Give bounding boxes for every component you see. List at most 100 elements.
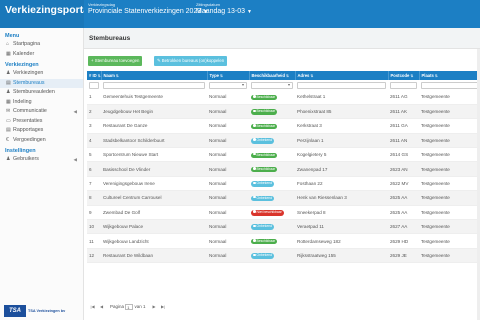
sort-icon: ⇅ bbox=[434, 74, 438, 78]
cell-type: Normaal bbox=[207, 190, 249, 206]
status-dot-icon bbox=[253, 181, 256, 185]
cell-plaats: Testgemeente bbox=[419, 176, 480, 192]
sidebar-item-presentaties[interactable]: ▭ Presentaties bbox=[0, 117, 83, 127]
cell-postcode: 2611 GA bbox=[388, 118, 419, 134]
cell-type: Normaal bbox=[207, 205, 249, 221]
sort-icon: ⇅ bbox=[410, 74, 414, 78]
cell-adres: Phoenixstraat 85 bbox=[295, 104, 388, 120]
table-row[interactable]: 5 Sportcentrum Nieuwe Start Normaal Beschik… bbox=[87, 147, 480, 163]
first-page-icon[interactable]: |◀ bbox=[89, 303, 96, 310]
sidebar-item-gebruikers[interactable]: ♟ Gebruikers ◀ bbox=[0, 155, 83, 165]
column-filter-input[interactable] bbox=[421, 81, 478, 89]
cell-id: 11 bbox=[87, 233, 101, 249]
cell-type: Normaal bbox=[207, 248, 249, 264]
cell-id: 7 bbox=[87, 176, 101, 192]
cell-plaats: Testgemeente bbox=[419, 118, 480, 134]
stembureaus-card: + Stembureau toevoegen ✎ Betrokken burea… bbox=[84, 48, 480, 320]
sidebar-item-label: Presentaties bbox=[13, 117, 43, 124]
sidebar-item-kalender[interactable]: ▦ Kalender bbox=[0, 50, 83, 60]
column-header[interactable]: Postcode⇅ bbox=[388, 71, 420, 80]
page-number-input[interactable]: 1 bbox=[125, 303, 134, 310]
column-filter-input[interactable] bbox=[297, 81, 386, 89]
table-row[interactable]: 11 Wijkgebouw Landzicht Normaal Beschikbaar… bbox=[87, 233, 480, 249]
status-badge: Niet beschikbaar bbox=[251, 210, 284, 216]
screen-icon: ▭ bbox=[6, 117, 11, 124]
sidebar-item-label: Stembureaus bbox=[13, 79, 45, 86]
sidebar-item-stembureauleden[interactable]: ♟ Stembureauleden bbox=[0, 88, 83, 98]
column-header[interactable]: Naam⇅ bbox=[101, 71, 208, 80]
sidebar-heading: Verkiezingen bbox=[5, 62, 39, 68]
top-bar: Verkiezingsportal Verkiezingsdag Provinc… bbox=[0, 0, 480, 28]
status-label: Beschikbaar bbox=[256, 123, 276, 128]
status-label: Onbekend bbox=[256, 138, 273, 143]
chevron-down-icon: ▾ bbox=[241, 81, 244, 87]
main-content: Stembureaus + Stembureau toevoegen ✎ Bet… bbox=[84, 28, 480, 320]
cell-type: Normaal bbox=[207, 219, 249, 235]
sidebar-item-vergoedingen[interactable]: € Vergoedingen bbox=[0, 136, 83, 146]
link-bureaus-button[interactable]: ✎ Betrokken bureaus (on)koppelen bbox=[154, 56, 228, 66]
column-header[interactable]: Beschikbaarheid⇅ bbox=[249, 71, 296, 80]
column-header[interactable]: # ID⇅ bbox=[87, 71, 102, 80]
column-filter-input[interactable] bbox=[103, 81, 205, 89]
cell-type: Normaal bbox=[207, 133, 249, 149]
sidebar-item-verkiezingen[interactable]: ♟ Verkiezingen bbox=[0, 69, 83, 79]
sidebar-item-indeling[interactable]: ▦ Indeling bbox=[0, 98, 83, 108]
report-icon: ▤ bbox=[6, 127, 11, 133]
table-row[interactable]: 8 Cultureel Centrum Carrousel Normaal Onbek… bbox=[87, 190, 480, 206]
column-filter-input[interactable] bbox=[390, 81, 417, 89]
cell-adres: Kethelstraat 1 bbox=[295, 90, 388, 105]
filter-cell bbox=[419, 80, 480, 90]
column-header-label: Adres bbox=[297, 73, 310, 78]
table-row[interactable]: 3 Restaurant De Ganze Normaal Beschikbaar Ke… bbox=[87, 118, 480, 134]
date-value: Maandag 13-03 bbox=[196, 8, 246, 15]
prev-page-icon[interactable]: ◀ bbox=[98, 303, 105, 310]
next-page-icon[interactable]: ▶ bbox=[151, 303, 158, 310]
cell-id: 5 bbox=[87, 147, 101, 163]
chevron-left-icon: ◀ bbox=[73, 109, 77, 114]
sidebar-item-communicatie[interactable]: ✉ Communicatie ◀ bbox=[0, 107, 83, 117]
cell-naam: Cultureel Centrum Carrousel bbox=[101, 190, 207, 206]
column-header[interactable]: Adres⇅ bbox=[295, 71, 389, 80]
table-row[interactable]: 2 Jeugdgebouw Het Begin Normaal Beschikbaar… bbox=[87, 104, 480, 120]
date-label: Zittingsdatum bbox=[196, 2, 221, 7]
sidebar-item-stembureaus[interactable]: ▤ Stembureaus bbox=[0, 78, 83, 88]
page-info: Pagina 1 van 1 bbox=[110, 303, 146, 310]
cell-adres: Henk van Riessenlaan 3 bbox=[295, 190, 388, 206]
euro-icon: € bbox=[6, 136, 9, 143]
column-header-label: Beschikbaarheid bbox=[251, 73, 286, 78]
table-row[interactable]: 10 Wijkgebouw Palace Normaal Onbekend Veraet… bbox=[87, 219, 480, 235]
cell-naam: Basisschool De Vlinder bbox=[101, 161, 207, 177]
column-filter-input[interactable]: ▾ bbox=[251, 81, 293, 89]
status-label: Beschikbaar bbox=[256, 152, 276, 157]
sidebar-item-startpagina[interactable]: ⌂ Startpagina bbox=[0, 40, 83, 50]
date-selector[interactable]: Zittingsdatum Maandag 13-03 ▼ bbox=[196, 2, 252, 17]
table-row[interactable]: 1 Gemeentehuis Testgemeente Normaal Beschik… bbox=[87, 90, 480, 105]
table-row[interactable]: 9 Zwembad De Golf Normaal Niet beschikbaar S… bbox=[87, 205, 480, 221]
status-label: Onbekend bbox=[256, 181, 273, 186]
column-header[interactable]: Plaats⇅ bbox=[419, 71, 480, 80]
sidebar-item-label: Startpagina bbox=[13, 41, 41, 47]
election-selector[interactable]: Verkiezingsdag Provinciale Statenverkiez… bbox=[88, 2, 208, 17]
filter-cell: ▾ bbox=[207, 80, 249, 90]
status-badge: Onbekend bbox=[251, 181, 275, 187]
cell-status: Beschikbaar bbox=[249, 118, 295, 134]
cell-adres: Zwanenpad 17 bbox=[295, 161, 388, 177]
cell-id: 9 bbox=[87, 205, 101, 221]
last-page-icon[interactable]: ▶| bbox=[160, 303, 167, 310]
app-title[interactable]: Verkiezingsportal bbox=[0, 0, 84, 28]
add-stembureau-button[interactable]: + Stembureau toevoegen bbox=[88, 56, 143, 66]
status-badge: Beschikbaar bbox=[251, 166, 278, 173]
column-filter-input[interactable] bbox=[89, 81, 99, 89]
column-header[interactable]: Type⇅ bbox=[207, 71, 250, 80]
status-label: Beschikbaar bbox=[256, 238, 276, 243]
sidebar-item-rapportages[interactable]: ▤ Rapportages bbox=[0, 126, 83, 136]
table-row[interactable]: 6 Basisschool De Vlinder Normaal Beschikbaa… bbox=[87, 161, 480, 177]
table-row[interactable]: 12 Restaurant De Wildbaan Normaal Onbekend R… bbox=[87, 248, 480, 264]
column-filter-input[interactable]: ▾ bbox=[209, 81, 247, 89]
status-dot-icon bbox=[253, 95, 256, 98]
cell-naam: Verenigingsgebouw Irene bbox=[101, 176, 207, 192]
sidebar-item-label: Communicatie bbox=[13, 108, 47, 114]
cell-postcode: 2611 AG bbox=[388, 90, 419, 105]
table-row[interactable]: 7 Verenigingsgebouw Irene Normaal Onbekend F… bbox=[87, 176, 480, 192]
table-row[interactable]: 4 Stadsbelkantoor Schilderbuurt Normaal Onb… bbox=[87, 133, 480, 149]
